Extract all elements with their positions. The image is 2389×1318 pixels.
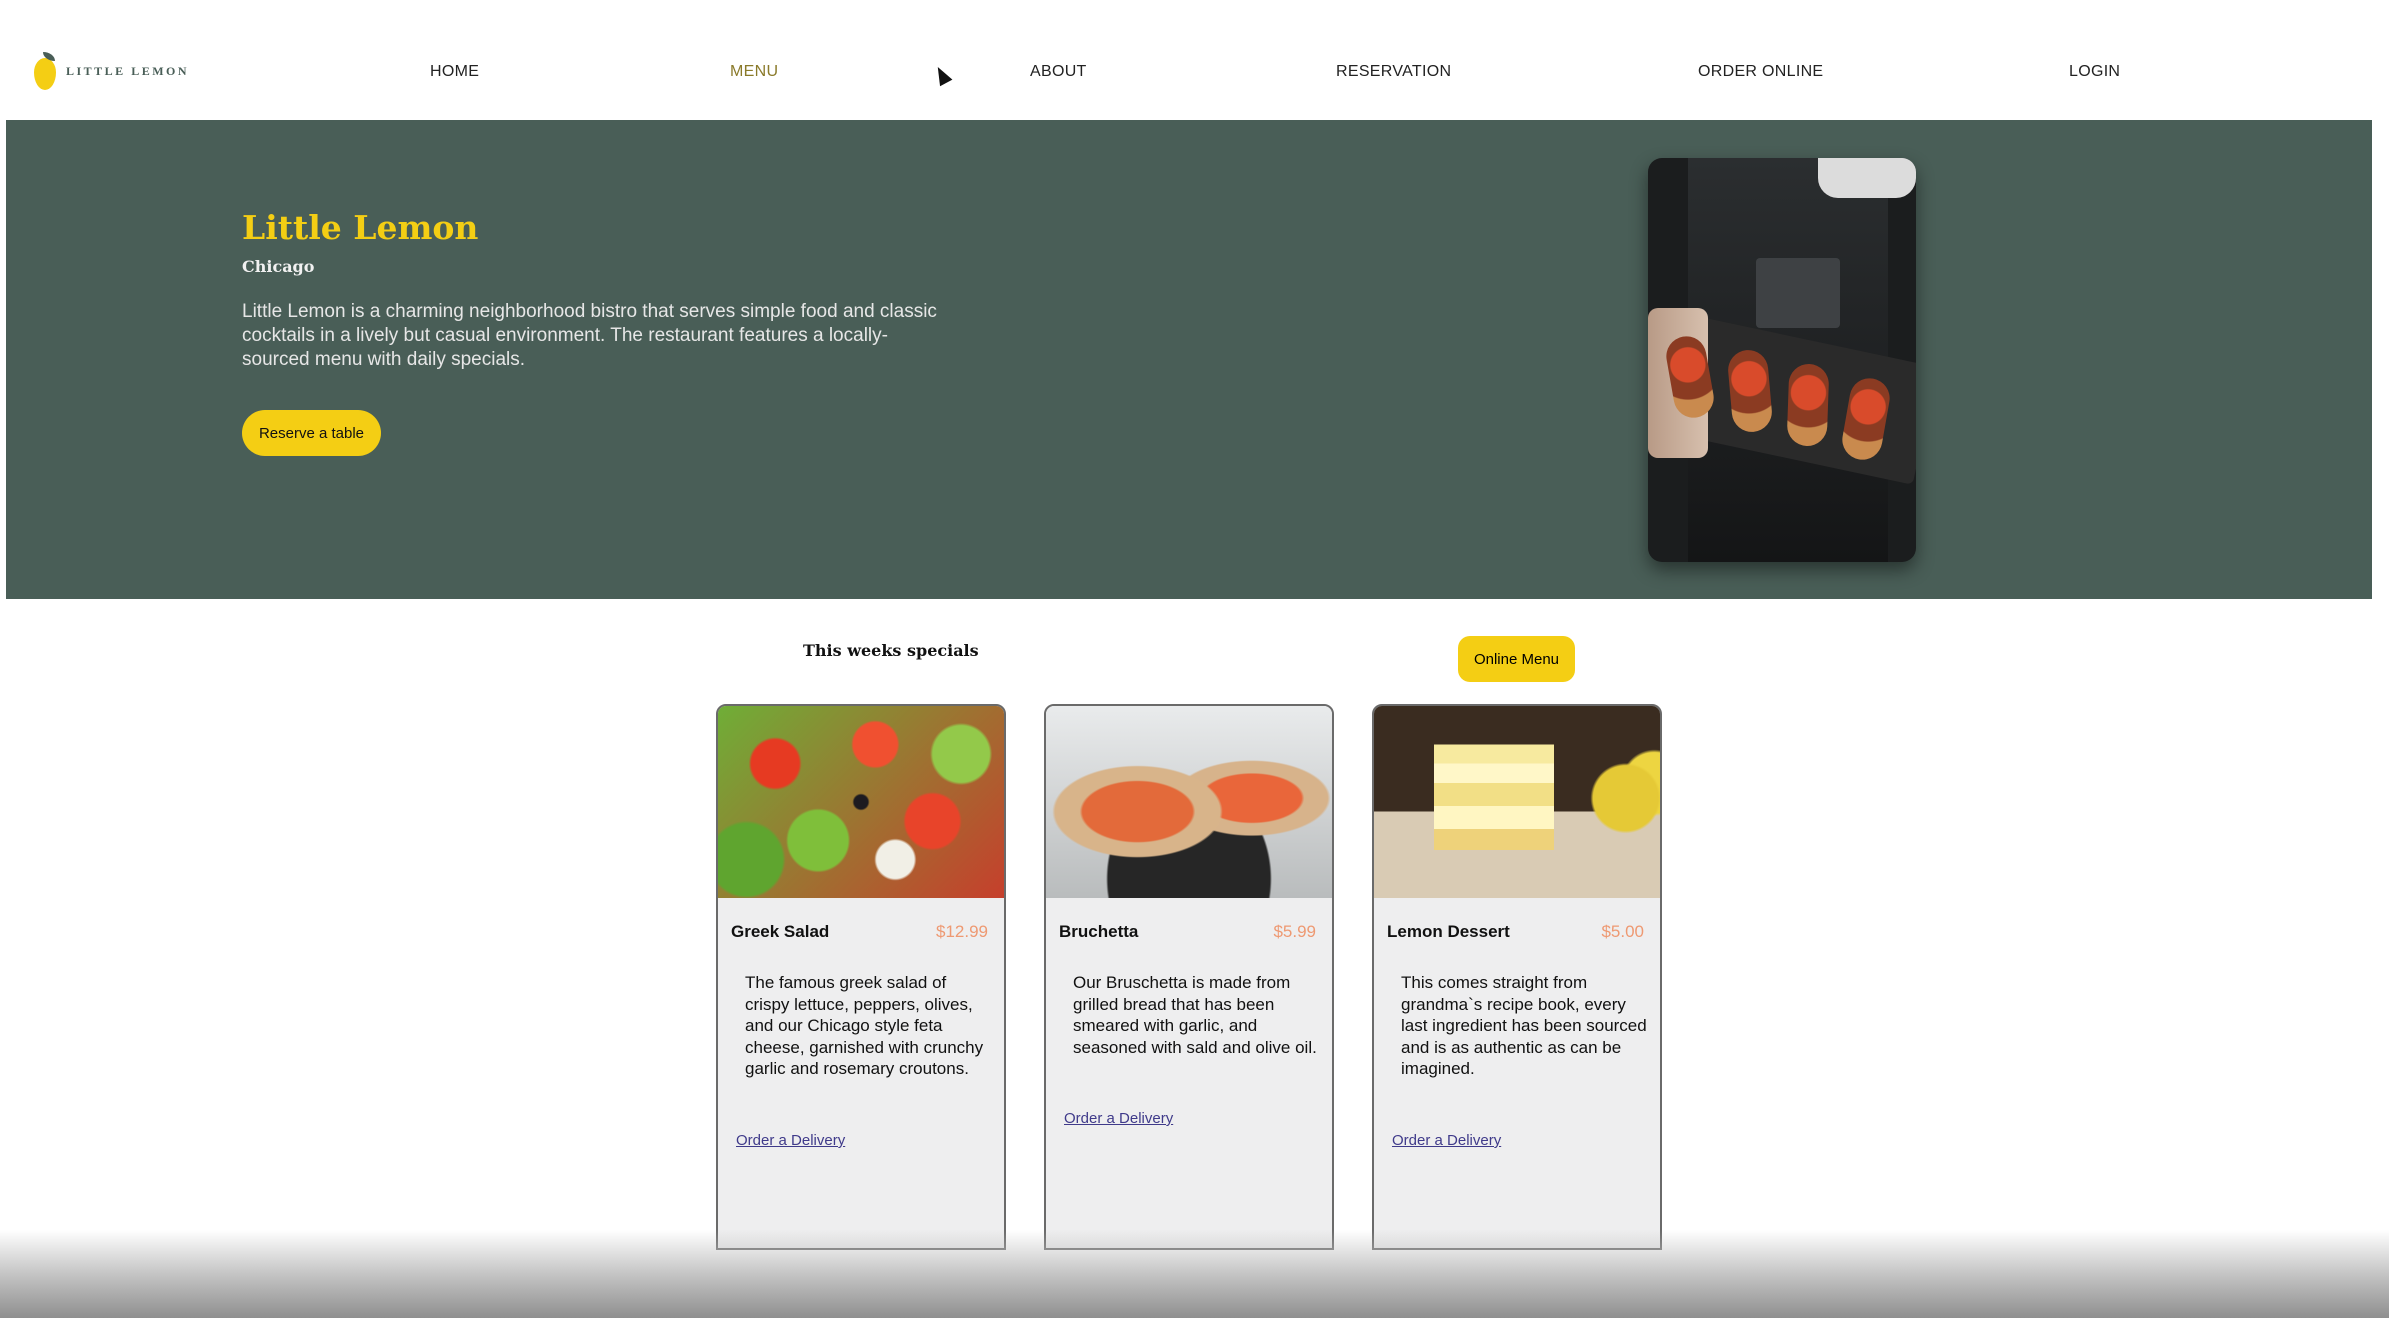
greek-salad-image [718, 706, 1004, 898]
order-delivery-link[interactable]: Order a Delivery [736, 1132, 845, 1149]
lemon-icon [34, 52, 58, 90]
hero-description: Little Lemon is a charming neighborhood … [242, 301, 937, 370]
little-lemon-logo[interactable]: LITTLE LEMON [34, 50, 189, 92]
specials-title: This weeks specials [803, 641, 979, 660]
online-menu-button[interactable]: Online Menu [1458, 636, 1575, 682]
card-title: Greek Salad [731, 922, 830, 941]
special-card: Bruchetta $5.99 Our Bruschetta is made f… [1044, 704, 1334, 1250]
nav-link-order-online[interactable]: ORDER ONLINE [1698, 63, 1823, 81]
nav-link-home[interactable]: HOME [430, 63, 479, 81]
bruchetta-image [1046, 706, 1332, 898]
card-description: Our Bruschetta is made from grilled brea… [1073, 973, 1317, 1057]
nav-link-menu[interactable]: MENU [730, 63, 778, 81]
nav-link-login[interactable]: LOGIN [2069, 63, 2120, 81]
nav-link-about[interactable]: ABOUT [1030, 63, 1087, 81]
logo-text: LITTLE LEMON [66, 63, 190, 78]
card-title: Lemon Dessert [1387, 922, 1510, 941]
special-card: Greek Salad $12.99 The famous greek sala… [716, 704, 1006, 1250]
special-card: Lemon Dessert $5.00 This comes straight … [1372, 704, 1662, 1250]
card-description: The famous greek salad of crispy lettuce… [745, 973, 984, 1078]
nav-link-reservation[interactable]: RESERVATION [1336, 63, 1451, 81]
hero-city: Chicago [242, 257, 315, 276]
order-delivery-link[interactable]: Order a Delivery [1392, 1132, 1501, 1149]
reserve-table-button[interactable]: Reserve a table [242, 410, 381, 456]
hero-title: Little Lemon [242, 208, 479, 247]
card-price: $5.00 [1601, 922, 1644, 941]
card-title: Bruchetta [1059, 922, 1139, 941]
card-price: $5.99 [1273, 922, 1316, 941]
order-delivery-link[interactable]: Order a Delivery [1064, 1110, 1173, 1127]
hero-image [1648, 158, 1916, 562]
card-description: This comes straight from grandma`s recip… [1401, 973, 1647, 1078]
top-navigation: LITTLE LEMON HOME MENU ABOUT RESERVATION… [0, 0, 2389, 120]
lemon-dessert-image [1374, 706, 1660, 898]
hero-section: Little Lemon Chicago Little Lemon is a c… [6, 120, 2372, 599]
card-price: $12.99 [936, 922, 988, 941]
